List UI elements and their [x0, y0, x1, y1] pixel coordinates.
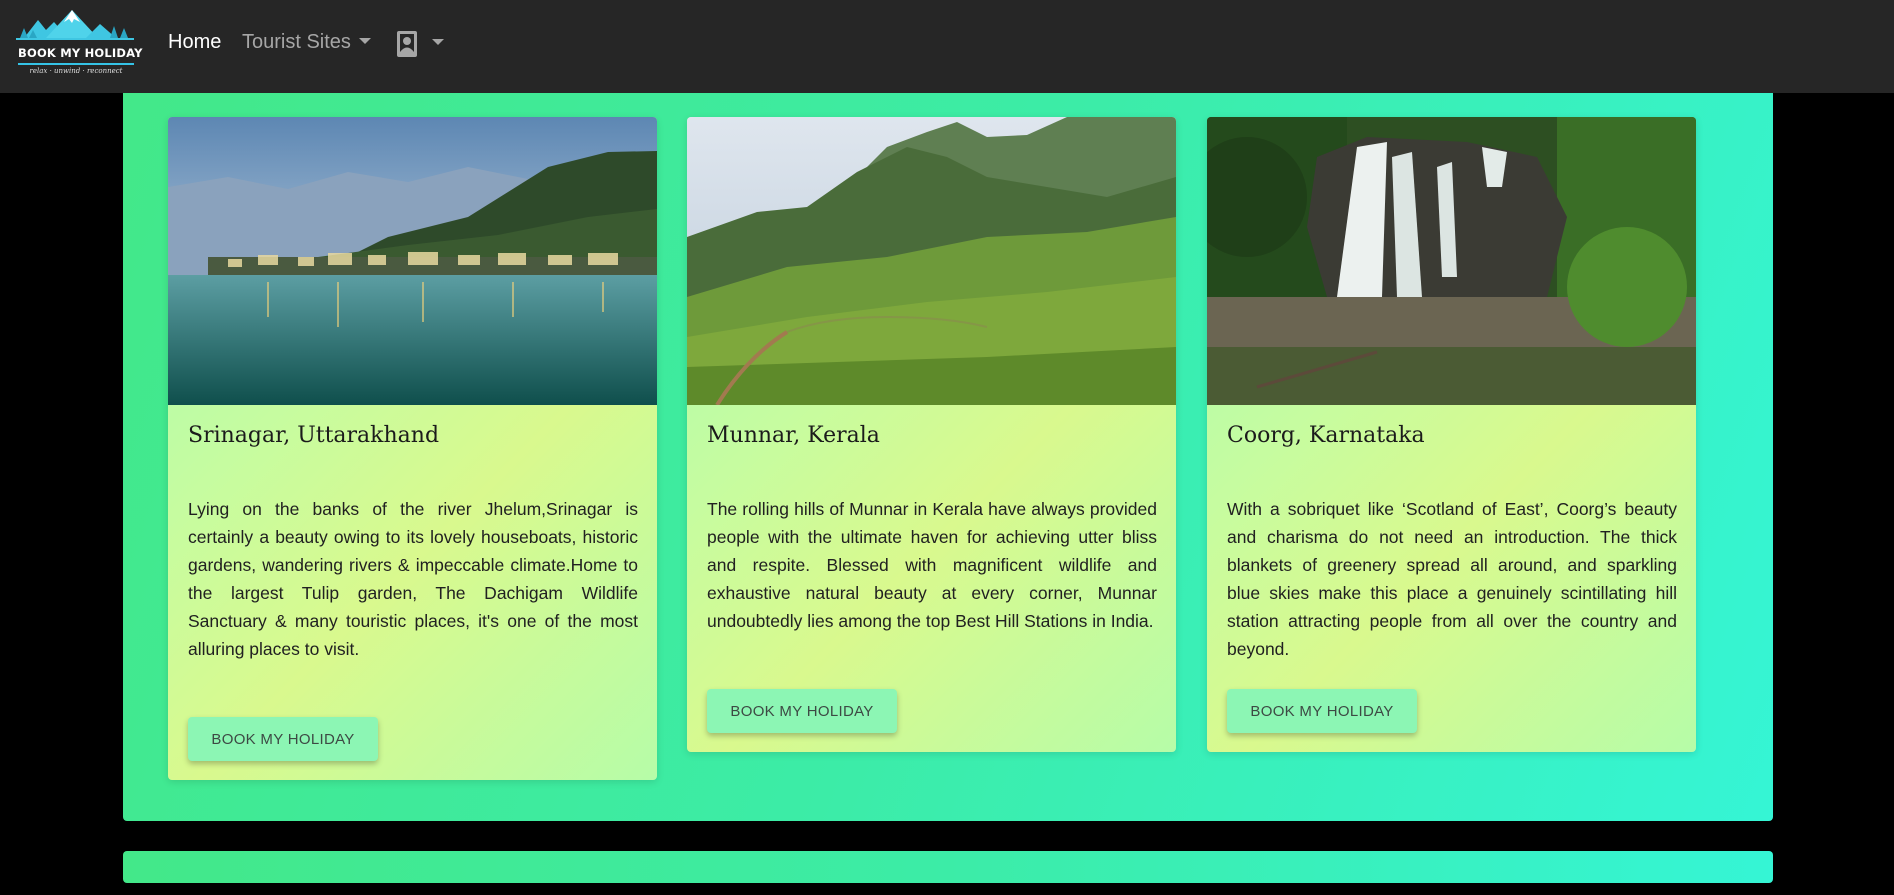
card-description: The rolling hills of Munnar in Kerala ha…	[707, 499, 1157, 631]
destination-card-munnar: Munnar, Kerala The rolling hills of Munn…	[687, 117, 1176, 752]
book-holiday-button[interactable]: BOOK MY HOLIDAY	[188, 717, 378, 761]
destination-card-srinagar: Srinagar, Uttarakhand Lying on the banks…	[168, 117, 657, 780]
card-title: Munnar, Kerala	[707, 423, 880, 448]
card-description: With a sobriquet like ‘Scotland of East’…	[1227, 499, 1677, 659]
srinagar-lake-image	[168, 117, 657, 405]
chevron-down-icon	[358, 37, 371, 44]
brand-tagline: relax · unwind · reconnect	[29, 67, 123, 75]
footer-strip	[123, 851, 1773, 883]
card-title: Srinagar, Uttarakhand	[188, 423, 440, 448]
card-description: Lying on the banks of the river Jhelum,S…	[188, 499, 638, 659]
munnar-tea-hills-image	[687, 117, 1176, 405]
destination-card-coorg: Coorg, Karnataka With a sobriquet like ‘…	[1207, 117, 1696, 752]
top-navbar: BOOK MY HOLIDAY relax · unwind · reconne…	[0, 0, 1894, 93]
brand-name: BOOK MY HOLIDAY	[18, 46, 143, 60]
user-portrait-icon	[397, 31, 417, 57]
brand-logo[interactable]: BOOK MY HOLIDAY relax · unwind · reconne…	[16, 8, 143, 78]
coorg-waterfall-image	[1207, 117, 1696, 405]
book-holiday-button[interactable]: BOOK MY HOLIDAY	[1227, 689, 1417, 733]
brand-underline	[18, 63, 134, 65]
nav-tourist-sites-dropdown[interactable]: Tourist Sites	[242, 31, 371, 54]
nav-home-link[interactable]: Home	[168, 31, 221, 54]
card-title: Coorg, Karnataka	[1227, 423, 1425, 448]
chevron-down-icon	[432, 39, 444, 45]
nav-user-dropdown[interactable]	[396, 30, 444, 58]
mountain-logo-icon	[16, 10, 134, 40]
nav-tourist-sites-label: Tourist Sites	[242, 31, 351, 53]
book-holiday-button[interactable]: BOOK MY HOLIDAY	[707, 689, 897, 733]
